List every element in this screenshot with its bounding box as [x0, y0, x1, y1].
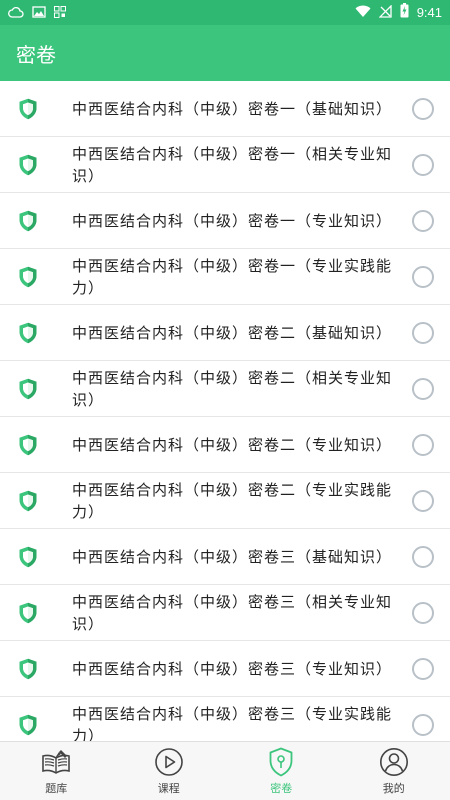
shield-icon: [18, 490, 38, 512]
list-item[interactable]: 中西医结合内科（中级）密卷二（专业实践能力）: [0, 473, 450, 529]
tab-label: 我的: [382, 781, 405, 795]
list-item-label: 中西医结合内科（中级）密卷二（基础知识）: [72, 323, 393, 342]
radio-button[interactable]: [412, 545, 434, 568]
list-item[interactable]: 中西医结合内科（中级）密卷三（专业知识）: [0, 641, 450, 697]
list-item-label: 中西医结合内科（中级）密卷三（相关专业知识）: [72, 592, 393, 633]
list-item[interactable]: 中西医结合内科（中级）密卷一（专业实践能力）: [0, 249, 450, 305]
radio-button[interactable]: [412, 489, 434, 512]
list-item-label: 中西医结合内科（中级）密卷一（专业实践能力）: [72, 256, 393, 297]
list-item[interactable]: 中西医结合内科（中级）密卷三（基础知识）: [0, 529, 450, 585]
shield-icon: [18, 322, 38, 344]
status-bar-left: [8, 3, 66, 22]
wifi-icon: [355, 3, 371, 22]
list-item[interactable]: 中西医结合内科（中级）密卷一（相关专业知识）: [0, 137, 450, 193]
list-item[interactable]: 中西医结合内科（中级）密卷二（专业知识）: [0, 417, 450, 473]
shield-icon: [18, 546, 38, 568]
radio-button[interactable]: [412, 321, 434, 344]
shield-icon: [18, 434, 38, 456]
radio-button[interactable]: [412, 97, 434, 120]
qr-icon: [54, 3, 66, 22]
list-item-label: 中西医结合内科（中级）密卷二（专业实践能力）: [72, 480, 393, 521]
book-icon: [41, 747, 71, 777]
exam-list[interactable]: 中西医结合内科（中级）密卷一（基础知识） 中西医结合内科（中级）密卷一（相关专业知…: [0, 81, 450, 741]
list-item[interactable]: 中西医结合内科（中级）密卷三（专业实践能力）: [0, 697, 450, 741]
image-icon: [32, 3, 46, 22]
list-item[interactable]: 中西医结合内科（中级）密卷一（专业知识）: [0, 193, 450, 249]
list-item-label: 中西医结合内科（中级）密卷一（专业知识）: [72, 211, 393, 230]
tab-mine[interactable]: 我的: [338, 742, 450, 800]
app-bar: 密卷: [0, 25, 450, 81]
signal-off-icon: [378, 3, 392, 22]
tab-question-bank[interactable]: 题库: [0, 742, 113, 800]
list-item-label: 中西医结合内科（中级）密卷二（专业知识）: [72, 435, 393, 454]
list-item-label: 中西医结合内科（中级）密卷三（基础知识）: [72, 547, 393, 566]
shield-icon: [266, 747, 296, 777]
shield-icon: [18, 154, 38, 176]
shield-icon: [18, 602, 38, 624]
user-icon: [379, 747, 409, 777]
radio-button[interactable]: [412, 153, 434, 176]
list-item-label: 中西医结合内科（中级）密卷三（专业知识）: [72, 659, 393, 678]
radio-button[interactable]: [412, 433, 434, 456]
status-time: 9:41: [416, 5, 442, 20]
status-bar-right: 9:41: [355, 3, 442, 22]
cloud-icon: [8, 3, 24, 22]
tab-secret-papers[interactable]: 密卷: [225, 742, 338, 800]
list-item[interactable]: 中西医结合内科（中级）密卷二（基础知识）: [0, 305, 450, 361]
shield-icon: [18, 266, 38, 288]
shield-icon: [18, 714, 38, 736]
status-bar: 9:41: [0, 0, 450, 25]
tab-courses[interactable]: 课程: [113, 742, 226, 800]
radio-button[interactable]: [412, 377, 434, 400]
radio-button[interactable]: [412, 657, 434, 680]
tab-label: 题库: [45, 781, 68, 795]
list-item-label: 中西医结合内科（中级）密卷二（相关专业知识）: [72, 368, 393, 409]
shield-icon: [18, 210, 38, 232]
bottom-tab-bar: 题库 课程 密卷 我的: [0, 741, 450, 800]
list-item[interactable]: 中西医结合内科（中级）密卷一（基础知识）: [0, 81, 450, 137]
tab-label: 课程: [157, 781, 180, 795]
list-item-label: 中西医结合内科（中级）密卷一（相关专业知识）: [72, 144, 393, 185]
list-item-label: 中西医结合内科（中级）密卷一（基础知识）: [72, 99, 393, 118]
list-item[interactable]: 中西医结合内科（中级）密卷二（相关专业知识）: [0, 361, 450, 417]
radio-button[interactable]: [412, 265, 434, 288]
list-item-label: 中西医结合内科（中级）密卷三（专业实践能力）: [72, 704, 393, 742]
shield-icon: [18, 658, 38, 680]
page-title: 密卷: [16, 42, 56, 67]
radio-button[interactable]: [412, 713, 434, 736]
radio-button[interactable]: [412, 209, 434, 232]
tab-label: 密卷: [270, 781, 293, 795]
shield-icon: [18, 378, 38, 400]
play-icon: [154, 747, 184, 777]
battery-charging-icon: [400, 3, 409, 22]
shield-icon: [18, 98, 38, 120]
radio-button[interactable]: [412, 601, 434, 624]
list-item[interactable]: 中西医结合内科（中级）密卷三（相关专业知识）: [0, 585, 450, 641]
